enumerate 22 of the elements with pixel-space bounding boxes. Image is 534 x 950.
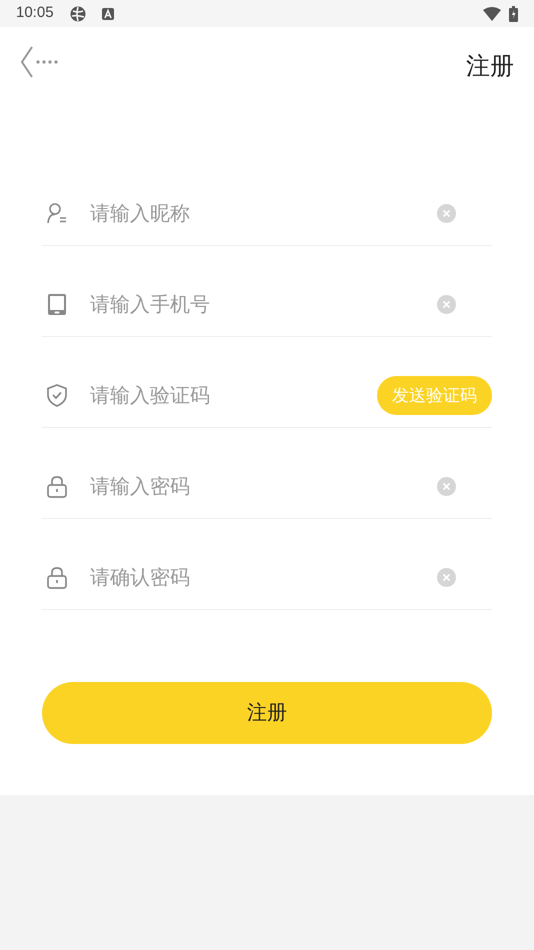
page-title: 注册 (466, 52, 514, 82)
user-icon (46, 202, 68, 225)
tablet-icon (46, 293, 68, 316)
input-field[interactable]: 请输入手机号 (68, 290, 437, 320)
input-field[interactable]: 请输入密码 (68, 472, 437, 502)
back-icon[interactable] (20, 45, 58, 79)
clear-icon[interactable] (437, 568, 456, 587)
lock-icon (46, 566, 68, 589)
globe-icon (70, 6, 86, 22)
input-field[interactable]: 请输入昵称 (68, 198, 437, 228)
clear-icon[interactable] (437, 477, 456, 496)
input-field[interactable]: 请确认密码 (68, 562, 437, 592)
input-field[interactable]: 请输入验证码 (68, 380, 377, 410)
lock-icon (46, 475, 68, 498)
notification-icon (102, 8, 114, 20)
clear-icon[interactable] (437, 295, 456, 314)
wifi-icon (483, 6, 501, 20)
status-time: 10:05 (16, 3, 54, 24)
clear-icon[interactable] (437, 204, 456, 223)
battery-icon (509, 6, 518, 22)
register-button[interactable]: 注册 (42, 682, 492, 744)
shield-check-icon (46, 384, 68, 407)
